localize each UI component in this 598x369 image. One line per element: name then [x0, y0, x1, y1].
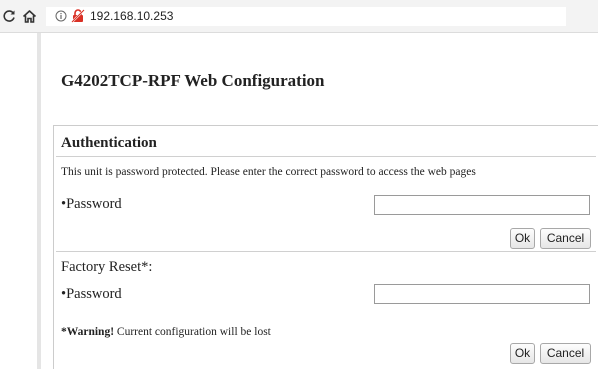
- section-divider: [56, 156, 596, 157]
- warning-label: *Warning!: [61, 326, 115, 338]
- address-bar[interactable]: 192.168.10.253: [46, 7, 566, 26]
- section-divider: [56, 251, 596, 252]
- browser-toolbar: 192.168.10.253: [0, 0, 598, 32]
- page-left-rule: [37, 33, 41, 369]
- info-icon[interactable]: [55, 10, 67, 22]
- auth-ok-button[interactable]: Ok: [510, 228, 535, 249]
- auth-notice: This unit is password protected. Please …: [61, 166, 476, 178]
- reload-button[interactable]: [0, 7, 18, 25]
- factory-reset-title: Factory Reset*:: [61, 259, 153, 275]
- reset-warning: *Warning! Current configuration will be …: [61, 326, 271, 338]
- url-text[interactable]: 192.168.10.253: [90, 9, 173, 23]
- not-secure-icon[interactable]: [71, 9, 85, 23]
- auth-password-label: •Password: [61, 196, 122, 212]
- reset-cancel-button[interactable]: Cancel: [540, 343, 591, 364]
- reset-password-label: •Password: [61, 286, 122, 302]
- authentication-title: Authentication: [61, 135, 157, 151]
- reload-icon: [3, 10, 15, 22]
- auth-cancel-button[interactable]: Cancel: [540, 228, 591, 249]
- reset-ok-button[interactable]: Ok: [510, 343, 535, 364]
- toolbar-divider: [0, 32, 598, 33]
- page-title: G4202TCP-RPF Web Configuration: [61, 71, 325, 90]
- auth-password-input[interactable]: [374, 195, 590, 215]
- warning-text: Current configuration will be lost: [114, 326, 271, 338]
- home-icon: [22, 9, 36, 23]
- reset-password-input[interactable]: [374, 284, 590, 304]
- home-button[interactable]: [20, 7, 38, 25]
